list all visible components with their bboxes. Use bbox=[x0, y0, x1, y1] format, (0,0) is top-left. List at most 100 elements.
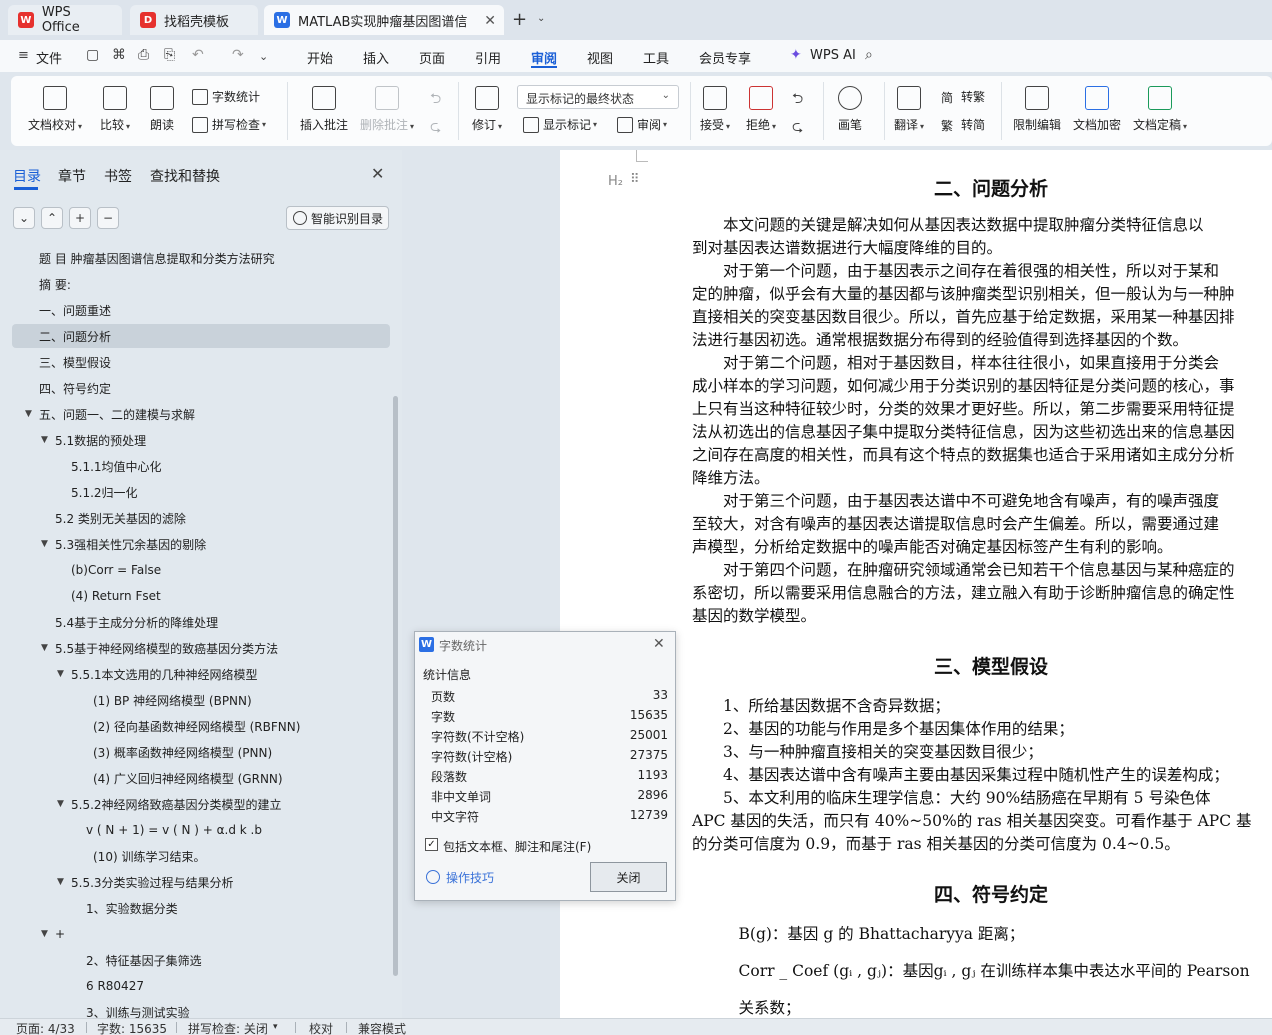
tab-current-document[interactable]: W MATLAB实现肿瘤基因图谱信 ✕ bbox=[264, 5, 504, 35]
toc-item[interactable]: 6 R80427 bbox=[12, 974, 390, 998]
close-tab-icon[interactable]: ✕ bbox=[484, 13, 496, 29]
new-tab-button[interactable]: + bbox=[512, 9, 527, 30]
toc-item[interactable]: (2) 径向基函数神经网络模型 (RBFNN) bbox=[12, 714, 390, 738]
pen-button[interactable]: 画笔 bbox=[838, 86, 862, 133]
toc-item[interactable]: (b)Corr = False bbox=[12, 558, 390, 582]
nav-tab-toc[interactable]: 目录 bbox=[13, 166, 41, 186]
smart-toc-button[interactable]: 智能识别目录 bbox=[286, 206, 389, 230]
doc-check-button[interactable]: 文档校对 ▾ bbox=[28, 86, 82, 133]
markup-state-select[interactable]: 显示标记的最终状态 ⌄ bbox=[517, 85, 679, 109]
close-button[interactable]: 关闭 bbox=[590, 862, 667, 892]
add-heading-button[interactable]: + bbox=[69, 207, 91, 229]
menu-view[interactable]: 视图 bbox=[587, 48, 613, 67]
review-pane-button[interactable]: 审阅 ▾ bbox=[617, 116, 667, 133]
nav-tab-find-replace[interactable]: 查找和替换 bbox=[150, 166, 220, 186]
toc-item[interactable]: ▼ 5.5.2神经网络致癌基因分类模型的建立 bbox=[12, 792, 390, 816]
toc-item[interactable]: ▼ 五、问题一、二的建模与求解 bbox=[12, 402, 390, 426]
toc-item[interactable]: 四、符号约定 bbox=[12, 376, 390, 400]
expand-arrow-icon[interactable]: ▼ bbox=[41, 643, 48, 653]
toc-item[interactable]: (3) 概率函数神经网络模型 (PNN) bbox=[12, 740, 390, 764]
next-comment-icon[interactable]: ⮎ bbox=[430, 116, 441, 140]
toc-item[interactable]: 一、问题重述 bbox=[12, 298, 390, 322]
tab-wps-office[interactable]: W WPS Office bbox=[8, 5, 122, 35]
nav-tab-chapters[interactable]: 章节 bbox=[58, 166, 86, 186]
delete-comment-button[interactable]: 删除批注 ▾ bbox=[360, 86, 414, 133]
menu-page[interactable]: 页面 bbox=[419, 48, 445, 67]
reject-button[interactable]: 拒绝 ▾ bbox=[746, 86, 776, 133]
toc-item[interactable]: (1) BP 神经网络模型 (BPNN) bbox=[12, 688, 390, 712]
status-word-count[interactable]: 字数: 15635 bbox=[97, 1020, 167, 1035]
read-aloud-button[interactable]: 朗读 bbox=[150, 86, 174, 133]
toc-item[interactable]: 5.2 类别无关基因的滤除 bbox=[12, 506, 390, 530]
revise-button[interactable]: 修订 ▾ bbox=[472, 86, 502, 133]
drag-handle-icon[interactable]: ⠿ bbox=[630, 172, 640, 187]
toc-item[interactable]: ▼ 5.3强相关性冗余基因的剔除 bbox=[12, 532, 390, 556]
include-textbox-checkbox[interactable]: ✓ bbox=[425, 838, 438, 851]
word-count-button[interactable]: 字数统计 bbox=[192, 88, 260, 105]
close-icon[interactable]: ✕ bbox=[653, 636, 665, 652]
restrict-edit-button[interactable]: 限制编辑 bbox=[1013, 86, 1061, 133]
include-textbox-label[interactable]: 包括文本框、脚注和尾注(F) bbox=[443, 838, 591, 855]
toc-item[interactable]: (4) 广义回归神经网络模型 (GRNN) bbox=[12, 766, 390, 790]
menu-file[interactable]: 文件 bbox=[36, 48, 62, 67]
collapse-down-button[interactable]: ⌄ bbox=[13, 207, 35, 229]
redo-icon[interactable]: ↷ bbox=[232, 47, 244, 63]
print-icon[interactable]: ⎙ bbox=[138, 47, 149, 63]
menu-insert[interactable]: 插入 bbox=[363, 48, 389, 67]
toc-item[interactable]: 5.4基于主成分分析的降维处理 bbox=[12, 610, 390, 634]
status-spell-check[interactable]: 拼写检查: 关闭 bbox=[188, 1020, 268, 1035]
menu-member[interactable]: 会员专享 bbox=[699, 48, 751, 67]
collapse-up-button[interactable]: ⌃ bbox=[41, 207, 63, 229]
toc-item[interactable]: ▼ + bbox=[12, 922, 390, 946]
spell-check-button[interactable]: 拼写检查 ▾ bbox=[192, 116, 266, 133]
insert-comment-button[interactable]: 插入批注 bbox=[300, 86, 348, 133]
prev-change-icon[interactable]: ⮌ bbox=[792, 88, 803, 112]
next-change-icon[interactable]: ⮎ bbox=[792, 116, 803, 140]
menu-wps-ai[interactable]: WPS AI bbox=[810, 48, 856, 63]
status-proofread[interactable]: 校对 bbox=[309, 1020, 333, 1035]
toc-item[interactable]: 三、模型假设 bbox=[12, 350, 390, 374]
menu-tools[interactable]: 工具 bbox=[643, 48, 669, 67]
menu-start[interactable]: 开始 bbox=[307, 48, 333, 67]
doc-finalize-button[interactable]: 文档定稿 ▾ bbox=[1133, 86, 1187, 133]
expand-arrow-icon[interactable]: ▼ bbox=[41, 435, 48, 445]
toc-item[interactable]: ▼ 5.1数据的预处理 bbox=[12, 428, 390, 452]
to-simplified-button[interactable]: 繁 转简 bbox=[941, 116, 985, 133]
status-page[interactable]: 页面: 4/33 bbox=[16, 1020, 75, 1035]
save-icon[interactable]: ▢ bbox=[86, 47, 99, 63]
toc-item[interactable]: 5.1.1均值中心化 bbox=[12, 454, 390, 478]
tips-link[interactable]: 操作技巧 bbox=[446, 869, 494, 886]
expand-arrow-icon[interactable]: ▼ bbox=[25, 409, 32, 419]
show-markup-button[interactable]: 显示标记 ▾ bbox=[523, 116, 597, 133]
doc-encrypt-button[interactable]: 文档加密 bbox=[1073, 86, 1121, 133]
toc-item[interactable]: (10) 训练学习结束。 bbox=[12, 844, 390, 868]
toc-item[interactable]: 题 目 肿瘤基因图谱信息提取和分类方法研究 bbox=[12, 246, 390, 270]
toc-item[interactable]: 二、问题分析 bbox=[12, 324, 390, 348]
more-icon[interactable]: ⌄ bbox=[259, 50, 268, 63]
expand-arrow-icon[interactable]: ▼ bbox=[41, 929, 48, 939]
expand-arrow-icon[interactable]: ▼ bbox=[57, 877, 64, 887]
print-preview-icon[interactable]: ⎘ bbox=[164, 47, 175, 63]
share-icon[interactable]: ⌘ bbox=[112, 47, 126, 63]
nav-tab-bookmarks[interactable]: 书签 bbox=[104, 166, 132, 186]
toc-item[interactable]: v ( N + 1) = v ( N ) + α.d k .b bbox=[12, 818, 390, 842]
remove-heading-button[interactable]: − bbox=[97, 207, 119, 229]
expand-arrow-icon[interactable]: ▼ bbox=[57, 799, 64, 809]
toc-item[interactable]: ▼ 5.5基于神经网络模型的致癌基因分类方法 bbox=[12, 636, 390, 660]
undo-icon[interactable]: ↶ bbox=[192, 47, 204, 63]
close-icon[interactable]: ✕ bbox=[371, 164, 384, 183]
tab-docer[interactable]: D 找稻壳模板 bbox=[130, 5, 258, 35]
to-traditional-button[interactable]: 简 转繁 bbox=[941, 88, 985, 105]
wps-ai-icon[interactable]: ✦ bbox=[790, 47, 802, 63]
toc-item[interactable]: 5.1.2归一化 bbox=[12, 480, 390, 504]
search-icon[interactable]: ⌕ bbox=[865, 47, 873, 63]
toc-item[interactable]: (4) Return Fset bbox=[12, 584, 390, 608]
menu-reference[interactable]: 引用 bbox=[475, 48, 501, 67]
toc-item[interactable]: 摘 要: bbox=[12, 272, 390, 296]
toc-item[interactable]: ▼ 5.5.3分类实验过程与结果分析 bbox=[12, 870, 390, 894]
toc-item[interactable]: 1、实验数据分类 bbox=[12, 896, 390, 920]
translate-button[interactable]: 翻译 ▾ bbox=[894, 86, 924, 133]
menu-review[interactable]: 审阅 bbox=[531, 48, 557, 67]
accept-button[interactable]: 接受 ▾ bbox=[700, 86, 730, 133]
compare-button[interactable]: 比较 ▾ bbox=[100, 86, 130, 133]
